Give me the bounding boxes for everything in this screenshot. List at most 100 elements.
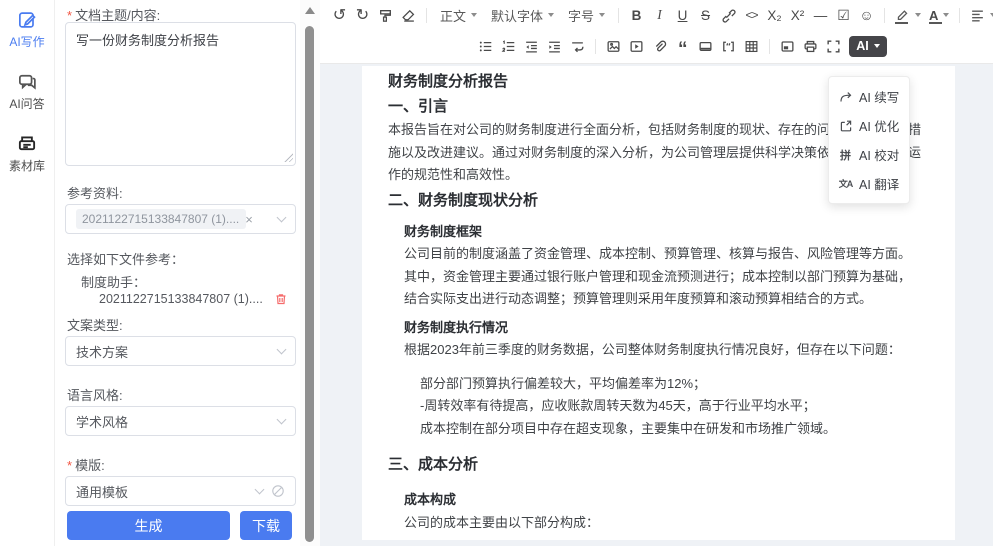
blockquote-icon[interactable]: “ <box>671 35 694 57</box>
paragraph-style-select[interactable]: 正文 <box>433 4 484 26</box>
doc-paragraph: 公司目前的制度涵盖了资金管理、成本控制、预算管理、核算与报告、风险管理等方面。 … <box>388 243 931 311</box>
file-row: 2021122715133847807 (1).... <box>55 292 300 306</box>
reference-tag: 2021122715133847807 (1).... × <box>76 209 246 229</box>
trash-icon[interactable] <box>274 292 288 306</box>
page-setup-icon[interactable] <box>776 35 799 57</box>
emoji-icon[interactable]: ☺ <box>855 4 878 26</box>
undo-icon[interactable]: ↺ <box>328 4 351 26</box>
menu-item-ai-optimize[interactable]: AI 优化 <box>829 111 909 140</box>
caret-down-icon <box>874 44 880 48</box>
italic-icon[interactable]: I <box>648 4 671 26</box>
image-icon[interactable] <box>602 35 625 57</box>
ai-optimize-icon <box>838 119 853 133</box>
align-icon[interactable] <box>966 4 993 26</box>
ai-dropdown-button[interactable]: AI <box>849 36 887 57</box>
required-asterisk: * <box>67 458 72 473</box>
menu-item-ai-translate[interactable]: 文A AI 翻译 <box>829 169 909 198</box>
chevron-down-icon <box>277 345 287 355</box>
chevron-down-icon <box>277 213 287 223</box>
sidebar-item-label: AI问答 <box>9 95 44 112</box>
caret-down-icon <box>599 13 605 17</box>
editor-area: ↺ ↻ 正文 默认字体 <box>320 0 993 546</box>
left-nav: AI写作 AI问答 素材库 <box>0 0 55 546</box>
format-painter-icon[interactable] <box>374 4 397 26</box>
subscript-icon[interactable]: X₂ <box>763 4 786 26</box>
underline-icon[interactable]: U <box>671 4 694 26</box>
horizontal-rule-icon[interactable]: — <box>809 4 832 26</box>
table-icon[interactable] <box>740 35 763 57</box>
template-label: *模版: <box>67 455 105 474</box>
editor-toolbar: ↺ ↻ 正文 默认字体 <box>320 0 993 64</box>
redo-icon[interactable]: ↻ <box>351 4 374 26</box>
file-name: 2021122715133847807 (1).... <box>99 292 263 306</box>
ai-writing-icon <box>17 10 37 30</box>
caret-down-icon <box>548 13 554 17</box>
material-library-icon <box>17 134 37 154</box>
attachment-icon[interactable] <box>648 35 671 57</box>
font-size-select[interactable]: 字号 <box>561 4 612 26</box>
doc-heading: 三、成本分析 <box>388 453 931 477</box>
highlight-pen-icon[interactable] <box>891 4 925 26</box>
sidebar-item-ai-qa[interactable]: AI问答 <box>9 72 44 112</box>
sidebar-item-label: AI写作 <box>9 33 44 50</box>
code-icon[interactable]: <> <box>740 4 763 26</box>
style-select[interactable]: 学术风格 <box>65 406 296 436</box>
sidebar-item-material-library[interactable]: 素材库 <box>9 134 45 174</box>
form-actions: 生成 下载 <box>67 511 292 540</box>
app-root: AI写作 AI问答 素材库 <box>0 0 993 546</box>
caret-down-icon <box>943 13 949 17</box>
circle-slash-icon <box>271 484 285 498</box>
remove-tag-icon[interactable]: × <box>245 213 253 226</box>
font-color-bar <box>929 22 942 25</box>
bold-icon[interactable]: B <box>625 4 648 26</box>
line-break-icon[interactable] <box>566 35 589 57</box>
file-section-label: 选择如下文件参考： <box>67 249 184 268</box>
highlight-color-bar <box>895 22 908 25</box>
ai-proofread-icon: 拼 <box>838 147 853 163</box>
chevron-down-icon <box>255 485 265 495</box>
copy-type-label: 文案类型: <box>67 315 123 334</box>
file-group-label: 制度助手： <box>81 272 146 291</box>
sidebar-item-label: 素材库 <box>9 157 45 174</box>
menu-item-ai-proofread[interactable]: 拼 AI 校对 <box>829 140 909 169</box>
menu-item-ai-continue[interactable]: AI 续写 <box>829 82 909 111</box>
reference-label: 参考资料: <box>67 183 123 202</box>
generate-button[interactable]: 生成 <box>67 511 230 540</box>
style-label: 语言风格: <box>67 385 123 404</box>
scroll-up-icon[interactable] <box>305 7 315 14</box>
ordered-list-icon[interactable] <box>497 35 520 57</box>
code-block-icon[interactable] <box>717 35 740 57</box>
template-select[interactable]: 通用模板 <box>65 476 296 506</box>
caret-down-icon <box>915 13 921 17</box>
indent-icon[interactable] <box>543 35 566 57</box>
video-icon[interactable] <box>625 35 648 57</box>
doc-paragraph: 公司的成本主要由以下部分构成： <box>388 512 931 535</box>
link-icon[interactable] <box>717 4 740 26</box>
font-color-icon[interactable]: A <box>925 4 953 26</box>
download-button[interactable]: 下载 <box>240 511 292 540</box>
editor-canvas: 财务制度分析报告 一、引言 本报告旨在对公司的财务制度进行全面分析，包括财务制度… <box>320 64 993 546</box>
doc-subheading: 成本构成 <box>388 489 931 512</box>
ai-translate-icon: 文A <box>838 177 853 190</box>
strikethrough-icon[interactable]: S <box>694 4 717 26</box>
ai-writing-form: *文档主题/内容: 写一份财务制度分析报告 参考资料: 202112271513… <box>55 0 300 546</box>
bullet-list-icon[interactable] <box>474 35 497 57</box>
print-icon[interactable] <box>799 35 822 57</box>
ai-continue-icon <box>838 90 853 104</box>
outdent-icon[interactable] <box>520 35 543 57</box>
doc-paragraph: 根据2023年前三季度的财务数据，公司整体财务制度执行情况良好，但存在以下问题： <box>388 339 931 362</box>
task-list-icon[interactable]: ☑ <box>832 4 855 26</box>
fullscreen-icon[interactable] <box>822 35 845 57</box>
ai-qa-icon <box>17 72 37 92</box>
font-family-select[interactable]: 默认字体 <box>484 4 561 26</box>
sidebar-item-ai-writing[interactable]: AI写作 <box>9 10 44 50</box>
superscript-icon[interactable]: X² <box>786 4 809 26</box>
reference-select[interactable]: 2021122715133847807 (1).... × <box>65 204 296 234</box>
copy-type-select[interactable]: 技术方案 <box>65 336 296 366</box>
scrollbar-thumb[interactable] <box>305 26 314 542</box>
chevron-down-icon <box>277 415 287 425</box>
topic-input[interactable]: 写一份财务制度分析报告 <box>65 22 296 166</box>
ai-dropdown-menu: AI 续写 AI 优化 拼 AI 校对 文A <box>828 76 910 204</box>
eraser-icon[interactable] <box>397 4 420 26</box>
divider-card-icon[interactable] <box>694 35 717 57</box>
